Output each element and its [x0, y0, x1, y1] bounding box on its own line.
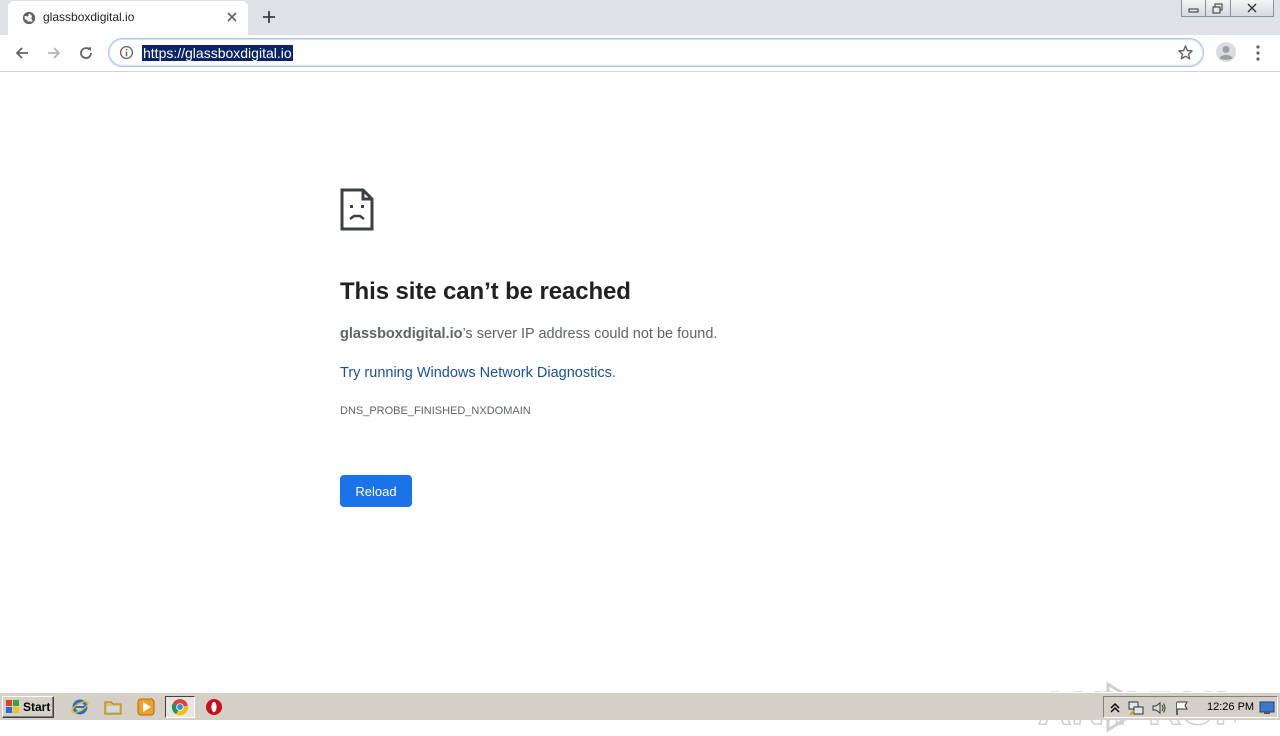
page-content: This site can’t be reached glassboxdigit… [0, 72, 1280, 735]
close-icon [1247, 3, 1257, 13]
start-label: Start [23, 700, 51, 714]
error-heading: This site can’t be reached [340, 278, 631, 305]
back-button[interactable] [11, 42, 33, 64]
error-description: glassboxdigital.io’s server IP address c… [340, 326, 717, 342]
sad-page-icon [340, 188, 374, 231]
error-host: glassboxdigital.io [340, 326, 463, 342]
start-button[interactable]: Start [2, 696, 54, 718]
minimize-icon [1188, 8, 1198, 13]
bookmark-star-icon[interactable] [1177, 44, 1194, 61]
forward-arrow-icon [48, 47, 61, 59]
opera-icon[interactable] [205, 698, 223, 716]
windows-logo-icon [6, 700, 19, 713]
reload-toolbar-button[interactable] [75, 42, 97, 64]
new-tab-icon[interactable] [261, 9, 277, 25]
error-code: DNS_PROBE_FINISHED_NXDOMAIN [340, 405, 531, 417]
address-bar-url[interactable]: https://glassboxdigital.io [142, 45, 293, 61]
forward-button[interactable] [43, 42, 65, 64]
diagnostics-line: Try running Windows Network Diagnostics. [340, 365, 616, 381]
show-hidden-icons-icon[interactable] [1107, 700, 1123, 716]
network-icon[interactable] [1128, 700, 1144, 716]
close-window-button[interactable] [1231, 0, 1274, 17]
diagnostics-link-period: . [611, 365, 616, 381]
tab-close-icon[interactable] [225, 10, 239, 24]
tab-title: glassboxdigital.io [43, 10, 135, 24]
minimize-button[interactable] [1181, 0, 1206, 17]
browser-tab[interactable]: glassboxdigital.io [8, 1, 248, 35]
more-menu-icon[interactable] [1250, 42, 1266, 64]
internet-explorer-icon[interactable] [71, 698, 89, 716]
reload-icon [80, 47, 92, 59]
tab-strip: glassboxdigital.io [0, 0, 1280, 35]
volume-icon[interactable] [1151, 700, 1167, 716]
globe-icon [22, 11, 36, 25]
address-bar[interactable]: https://glassboxdigital.io [108, 38, 1204, 67]
restore-icon [1212, 3, 1223, 13]
info-icon[interactable] [119, 45, 134, 60]
error-description-suffix: ’s server IP address could not be found. [462, 326, 718, 342]
window-controls [1181, 0, 1274, 18]
windows-taskbar: Start 12:26 PM [0, 692, 1280, 720]
chrome-icon [171, 699, 189, 716]
back-arrow-icon [15, 47, 28, 59]
show-desktop-icon[interactable] [1259, 700, 1275, 716]
folder-icon[interactable] [104, 698, 122, 716]
system-tray: 12:26 PM [1103, 696, 1278, 718]
restore-button[interactable] [1206, 0, 1231, 17]
action-center-flag-icon[interactable] [1174, 700, 1190, 716]
profile-avatar-icon[interactable] [1215, 41, 1237, 63]
diagnostics-link[interactable]: Try running Windows Network Diagnostics [340, 365, 612, 381]
reload-button[interactable]: Reload [340, 475, 412, 507]
taskbar-clock[interactable]: 12:26 PM [1207, 701, 1254, 713]
browser-toolbar: https://glassboxdigital.io [0, 35, 1280, 72]
media-player-icon[interactable] [137, 698, 155, 716]
chrome-taskbar-button[interactable] [165, 696, 195, 718]
